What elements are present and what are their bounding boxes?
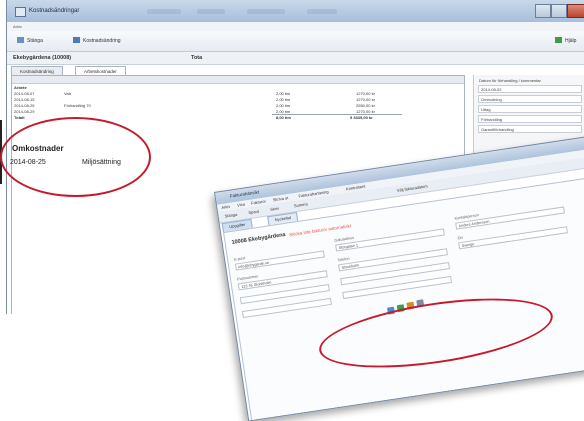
toolbar-button[interactable]: Skriv: [270, 206, 280, 212]
close-button[interactable]: [567, 4, 584, 18]
total-label: Tota: [191, 55, 203, 61]
city-field[interactable]: Sverige: [458, 226, 568, 250]
side-item[interactable]: Garantiförhandling: [478, 125, 582, 133]
total-row-label: Totalt: [14, 115, 25, 120]
help-button[interactable]: Hjälp: [555, 37, 576, 44]
row-date: 2014-08-29: [14, 109, 35, 114]
total-row-qty: 8,00 tim: [276, 115, 291, 120]
total-divider: [272, 114, 402, 115]
toolbar-button[interactable]: Summa: [294, 201, 308, 208]
field-label: Telefon: [337, 256, 350, 263]
blurred-tab: [307, 9, 337, 14]
toolbar-button[interactable]: Spara: [248, 209, 259, 216]
email-field[interactable]: info@ebygarde.se: [234, 250, 325, 271]
menu-item[interactable]: Skriva ut: [272, 195, 288, 202]
window-title: Kostnadsändringar: [29, 8, 80, 14]
side-item[interactable]: Ombudning: [478, 95, 582, 103]
highlight-ellipse: [0, 117, 151, 197]
cost-change-button[interactable]: Kostnadsändring: [73, 37, 121, 44]
close-record-button[interactable]: Stänga: [17, 37, 43, 44]
row-date: 2014-08-15: [14, 97, 35, 102]
row-text: Vatr: [64, 91, 72, 96]
date-field[interactable]: 2014-08-02: [478, 85, 582, 93]
warning-text: Skicka inte fakturor automatiskt: [288, 223, 352, 238]
row-qty: 2,00 tim: [276, 91, 291, 96]
row-date: 2014-08-25: [14, 103, 35, 108]
menu-item[interactable]: Fakturor: [251, 198, 266, 205]
document-icon: [73, 37, 80, 43]
record-header: Ekebygärdena (10008) Tota: [7, 52, 584, 65]
row-date: 2014-08-07: [14, 91, 35, 96]
field-label: Ort: [457, 235, 464, 241]
callout-title: Omkostnader: [12, 144, 64, 153]
minimize-button[interactable]: [535, 4, 551, 18]
toolbar-button[interactable]: Välj fakturadatum: [396, 183, 428, 193]
door-icon: [17, 37, 24, 43]
row-amount: 1270,00 kr: [356, 97, 375, 102]
field-label: E-post: [233, 256, 246, 262]
record-name: Ekebygärdena (10008): [13, 55, 72, 61]
title-bar: Kostnadsändringar: [7, 0, 584, 22]
callout-date: 2014-08-25: [10, 159, 46, 166]
side-item[interactable]: Förhandling: [478, 115, 582, 123]
menu-item-arkiv[interactable]: Arkiv: [13, 24, 22, 29]
callout-value: Miljösättning: [82, 159, 121, 166]
window-title: Fakturahänsikt: [229, 189, 260, 199]
tab-strip: Uppgifter Nyckeltal: [221, 211, 299, 233]
help-icon: [555, 37, 562, 43]
row-amount: 1270,00 kr: [356, 91, 375, 96]
app-icon: [15, 7, 26, 17]
blurred-tab: [247, 9, 285, 14]
total-row-amount: 5 3335,00 kr: [350, 115, 373, 120]
toolbar-button[interactable]: Stänga: [224, 212, 237, 219]
toolbar: Stänga Kostnadsändring Hjälp: [7, 31, 584, 52]
record-heading: 10008 Ekebygärdena: [231, 231, 287, 246]
side-item[interactable]: Uttag: [478, 105, 582, 113]
grid-header: [12, 76, 464, 84]
menu-item[interactable]: Arkiv: [221, 204, 231, 210]
row-text: Förhandling 70: [64, 103, 91, 108]
row-qty: 2,00 tim: [276, 97, 291, 102]
maximize-button[interactable]: [551, 4, 567, 18]
section-label: Arbete: [14, 85, 27, 90]
row-qty: 2,00 tim: [276, 103, 291, 108]
row-amount: 2550,00 kr: [356, 103, 375, 108]
side-heading: Datum för förhandling / kommentar: [479, 78, 541, 83]
blurred-tab: [197, 9, 225, 14]
blurred-tab: [147, 9, 181, 14]
menu-item[interactable]: Visa: [237, 202, 245, 208]
